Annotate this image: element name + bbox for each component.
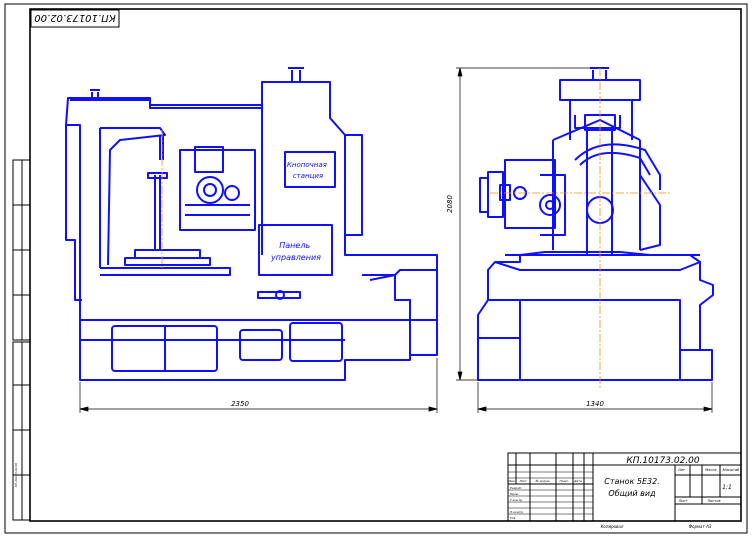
scale-value: 1:1 [722,484,732,491]
mass-label: Масса [705,468,716,472]
format-label: Формат А3 [689,524,712,529]
sheet-label: Лист [678,499,689,503]
col-dokum: № докум. [535,479,551,483]
title-block [507,452,742,522]
copied-label: Копировал [601,524,624,529]
side-view [477,67,714,381]
col-data: Дата [573,479,582,483]
control-panel-label: Панель управления [270,241,321,262]
dimension-side-height-value: 2080 [446,195,454,213]
top-stamp-code: КП.10173.02.00 [34,12,115,23]
title-block-code: КП.10173.02.00 [626,456,700,466]
title-line-1: Станок 5Е32. [604,477,660,486]
side-base [477,251,714,381]
row-utv: Утв. [510,516,516,520]
dimension-front-width-value: 2350 [231,400,249,408]
row-nkontr: Н.контр. [510,510,523,514]
scale-label: Масштаб [723,468,740,472]
row-razrab: Разраб. [510,486,522,490]
dimension-side-width-value: 1340 [586,400,604,408]
top-stamp: КП.10173.02.00 [30,9,120,28]
row-prov: Пров. [510,492,519,496]
drawing-sheet: КП.10173.02.00 Кнопочная станция Панель … [4,3,748,534]
button-station-label: Кнопочная станция [287,161,329,180]
col-podp: Подп. [559,479,568,483]
row-tkontr: Т.контр. [510,498,523,502]
lit-label: Лит. [677,468,686,472]
col-izm: Изм. [508,479,515,483]
front-view [65,67,438,381]
dimension-front-width [79,358,438,413]
sheets-label: Листов [706,499,720,503]
title-line-2: Общий вид [608,489,656,498]
col-list: Лист [518,479,527,483]
dimension-side-width [477,382,713,413]
side-code: КП.10173.02.00 [14,463,18,488]
